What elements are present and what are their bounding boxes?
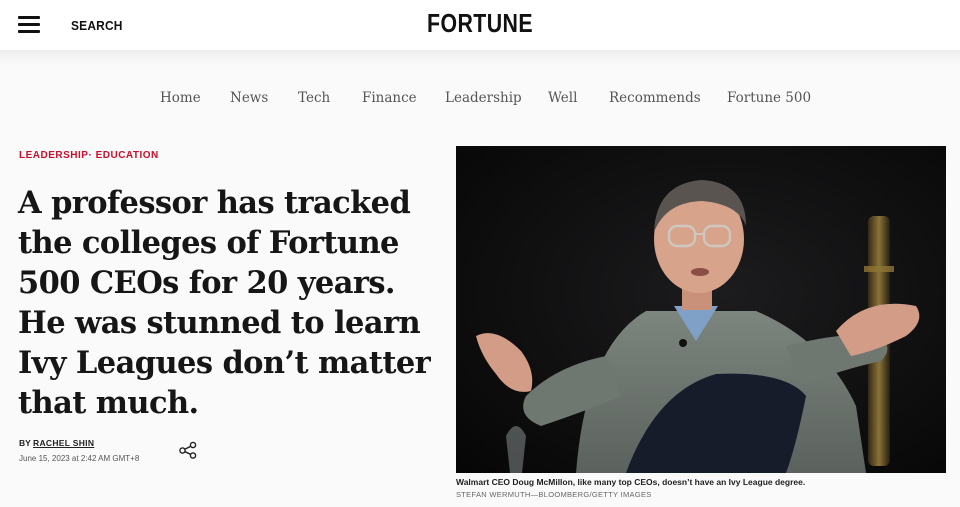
article-headline: A professor has tracked the colleges of … (18, 185, 431, 421)
nav-item-home[interactable]: Home (160, 90, 201, 106)
nav-item-finance[interactable]: Finance (362, 90, 417, 106)
nav-item-leadership[interactable]: Leadership (445, 90, 522, 106)
photo-credit: STEFAN WERMUTH—BLOOMBERG/GETTY IMAGES (456, 490, 652, 499)
article-photo (456, 146, 946, 473)
main-nav: Home News Tech Finance Leadership Well R… (0, 90, 960, 110)
nav-item-tech[interactable]: Tech (298, 90, 330, 106)
share-icon[interactable] (178, 441, 198, 459)
fortune-logo[interactable]: FORTUNE (86, 8, 873, 39)
byline: BY RACHEL SHIN (19, 438, 94, 448)
byline-prefix: BY (19, 438, 31, 448)
publish-date: June 15, 2023 at 2:42 AM GMT+8 (19, 454, 140, 463)
hamburger-menu-icon[interactable] (18, 16, 40, 34)
kicker-leadership-link[interactable]: LEADERSHIP (19, 150, 88, 161)
site-header: SEARCH FORTUNE (0, 0, 960, 50)
article-kicker: LEADERSHIP· EDUCATION (19, 150, 159, 161)
nav-item-news[interactable]: News (230, 90, 268, 106)
nav-item-fortune-500[interactable]: Fortune 500 (727, 90, 811, 106)
nav-item-recommends[interactable]: Recommends (609, 90, 701, 106)
header-shadow (0, 50, 960, 66)
kicker-separator: · (88, 150, 93, 161)
photo-caption: Walmart CEO Doug McMillon, like many top… (456, 477, 806, 487)
author-link[interactable]: RACHEL SHIN (33, 438, 94, 448)
nav-item-well[interactable]: Well (548, 90, 577, 106)
kicker-education-link[interactable]: EDUCATION (96, 150, 159, 161)
